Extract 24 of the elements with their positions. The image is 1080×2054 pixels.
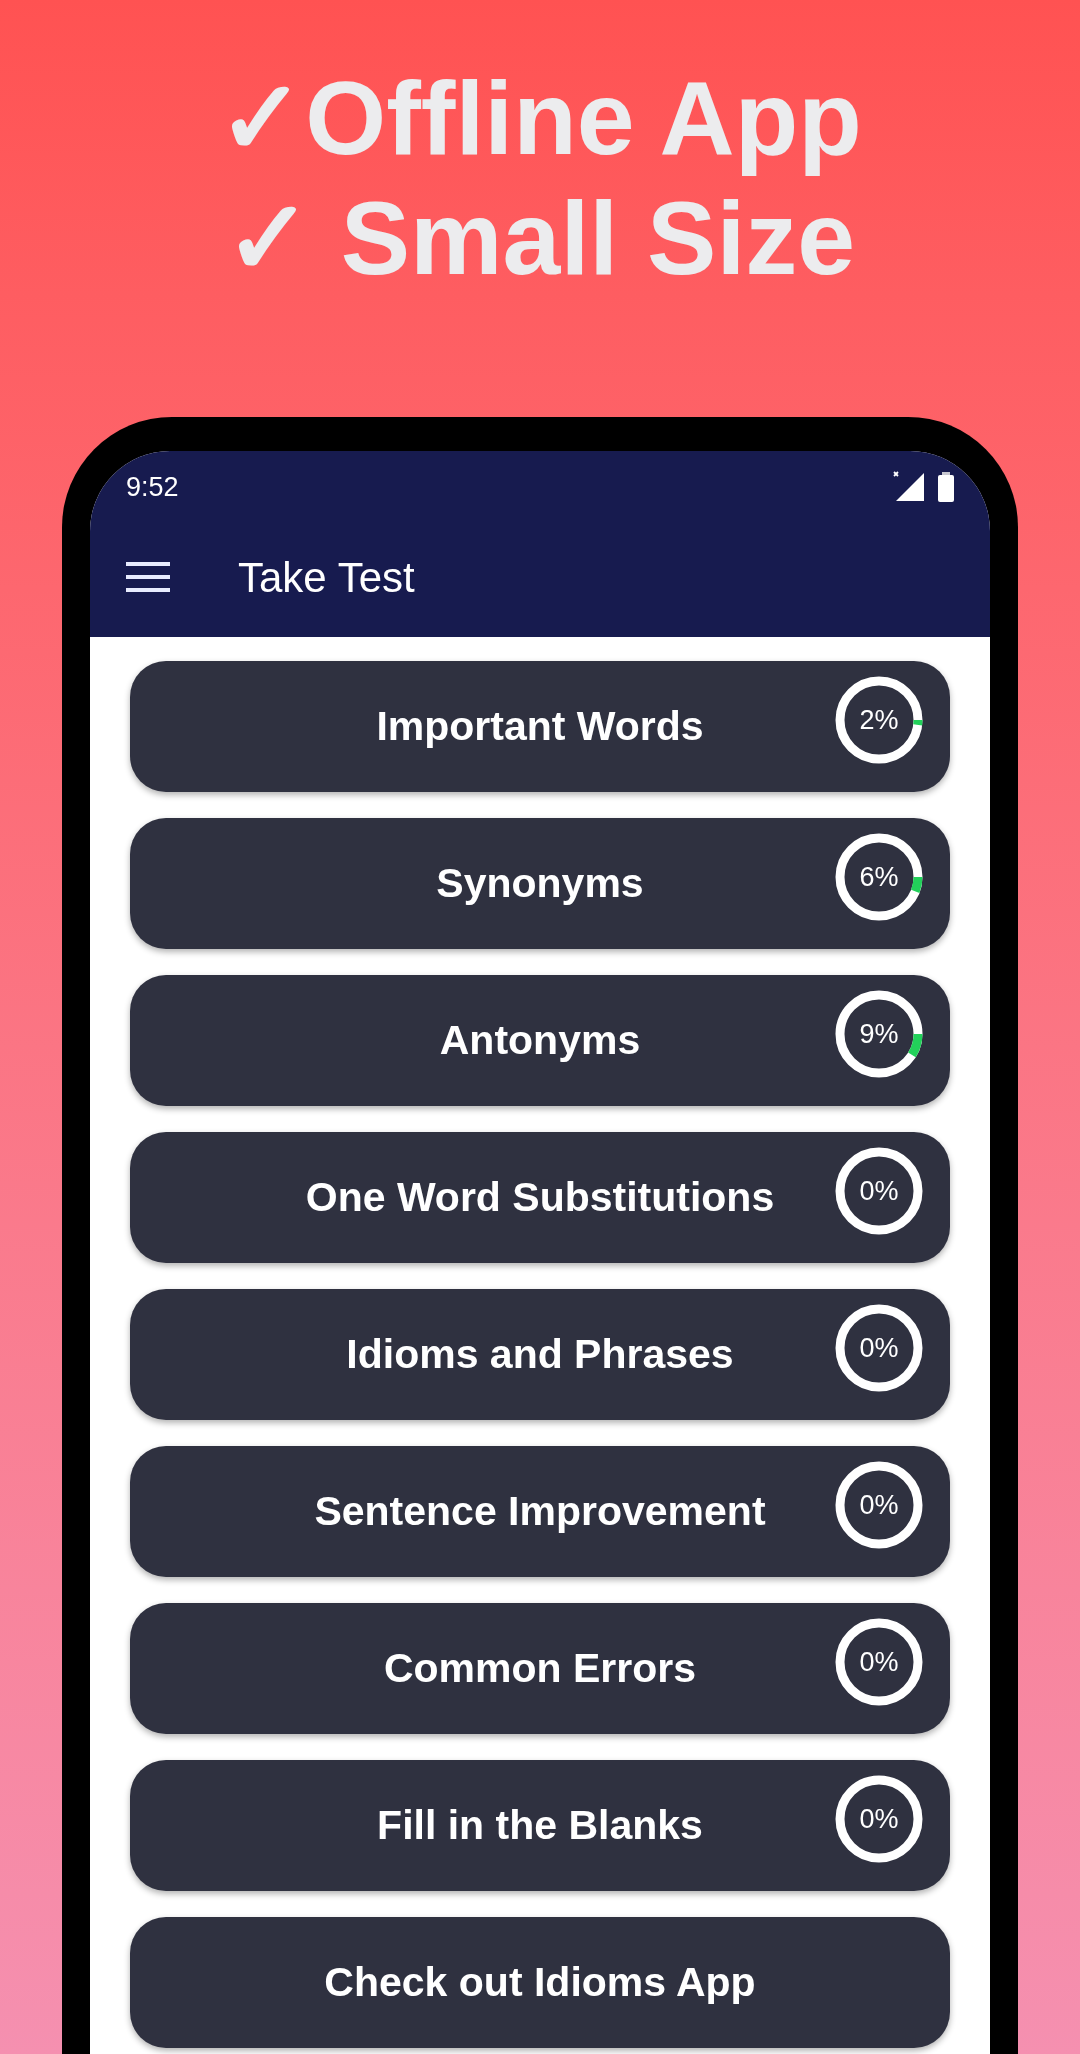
progress-percent: 0% bbox=[859, 1490, 899, 1520]
menu-icon[interactable] bbox=[126, 562, 170, 592]
test-category-button[interactable]: Important Words 2% bbox=[130, 661, 950, 792]
status-time: 9:52 bbox=[126, 470, 179, 504]
headline: ✓Offline App bbox=[218, 62, 862, 174]
progress-percent: 0% bbox=[859, 1176, 899, 1206]
test-category-button[interactable]: Synonyms 6% bbox=[130, 818, 950, 949]
progress-percent: 0% bbox=[859, 1647, 899, 1677]
test-category-button[interactable]: Sentence Improvement 0% bbox=[130, 1446, 950, 1577]
signal-icon bbox=[892, 471, 926, 503]
test-category-button[interactable]: One Word Substitutions 0% bbox=[130, 1132, 950, 1263]
progress-percent: 2% bbox=[859, 705, 899, 735]
test-category-button[interactable]: Fill in the Blanks 0% bbox=[130, 1760, 950, 1891]
headline: ✓ Small Size bbox=[224, 182, 856, 294]
progress-percent: 6% bbox=[859, 862, 899, 892]
progress-percent: 9% bbox=[859, 1019, 899, 1049]
test-category-button[interactable]: Idioms and Phrases 0% bbox=[130, 1289, 950, 1420]
test-category-button[interactable]: Antonyms 9% bbox=[130, 975, 950, 1106]
battery-icon bbox=[938, 472, 954, 502]
app-bar-title: Take Test bbox=[238, 552, 415, 603]
idioms-app-button[interactable]: Check out Idioms App bbox=[130, 1917, 950, 2048]
progress-percent: 0% bbox=[859, 1804, 899, 1834]
test-category-button[interactable]: Common Errors 0% bbox=[130, 1603, 950, 1734]
progress-percent: 0% bbox=[859, 1333, 899, 1363]
